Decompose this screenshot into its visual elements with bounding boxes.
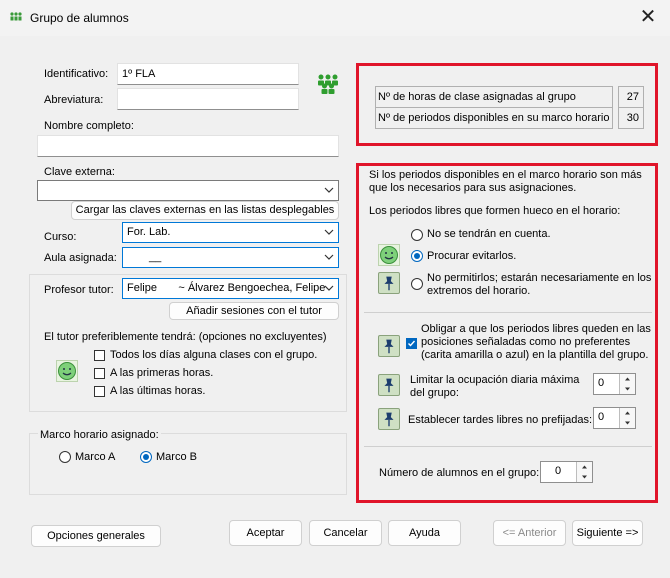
pushpin-icon [378,408,400,430]
abreviatura-label: Abreviatura: [44,94,104,106]
pushpin-icon [378,272,400,294]
anadir-sesiones-button[interactable]: Añadir sesiones con el tutor [169,302,339,320]
anterior-button[interactable]: <= Anterior [493,520,566,546]
tutor-pref-label: El tutor preferiblemente tendrá: (opcion… [44,331,327,343]
no-permitirlos-label: No permitirlos; estarán necesariamente e… [427,272,652,297]
pushpin-icon [378,374,400,396]
students-group-icon [10,12,22,21]
alumnos-spinner[interactable]: 0 [540,461,593,483]
no-tener-cuenta-radio[interactable] [411,229,423,241]
limitar-spinner[interactable]: 0 [593,373,636,395]
people-icon [318,74,338,94]
ultimas-horas-label: A las últimas horas. [110,385,206,397]
identificativo-label: Identificativo: [44,68,109,80]
marco-label: Marco horario asignado: [38,429,161,441]
todos-dias-label: Todos los días alguna clases con el grup… [110,349,318,361]
tutor-select[interactable]: Felipe ~ Álvarez Bengoechea, Felipe [122,278,339,299]
aula-label: Aula asignada: [44,252,117,264]
identificativo-input[interactable]: 1º FLA [117,63,299,85]
cargar-claves-button[interactable]: Cargar las claves externas en las listas… [71,201,339,220]
horas-label: Nº de horas de clase asignadas al grupo [375,86,613,108]
smiley-icon [56,360,78,382]
primeras-horas-checkbox[interactable] [94,368,105,379]
procurar-evitarlos-radio[interactable] [411,250,423,262]
obligar-label: Obligar a que los periodos libres queden… [421,323,651,361]
nombre-input[interactable] [37,135,339,157]
marco-b-label: Marco B [156,451,197,463]
clave-select[interactable] [37,180,339,201]
marco-a-radio[interactable] [59,451,71,463]
close-button[interactable]: ✕ [630,3,666,31]
periodos-value: 30 [618,107,644,129]
divider [364,312,652,313]
horas-value: 27 [618,86,644,108]
title-bar: Grupo de alumnos ✕ [0,0,670,36]
no-permitirlos-radio[interactable] [411,278,423,290]
limitar-label: Limitar la ocupación diaria máxima del g… [410,374,580,399]
options-intro: Si los periodos disponibles en el marco … [369,169,642,194]
opciones-generales-button[interactable]: Opciones generales [31,525,161,547]
marco-group [29,433,347,495]
curso-select[interactable]: For. Lab. [122,222,339,243]
chevron-down-icon [324,254,334,260]
divider [364,446,652,447]
tutor-label: Profesor tutor: [44,284,114,296]
todos-dias-checkbox[interactable] [94,350,105,361]
curso-label: Curso: [44,231,77,243]
tardes-spinner[interactable]: 0 [593,407,636,429]
abreviatura-input[interactable] [117,88,299,110]
no-tener-cuenta-label: No se tendrán en cuenta. [427,228,551,240]
obligar-checkbox[interactable] [406,338,417,349]
cancelar-button[interactable]: Cancelar [309,520,382,546]
smiley-icon [378,244,400,266]
primeras-horas-label: A las primeras horas. [110,367,214,379]
clave-label: Clave externa: [44,166,115,178]
chevron-down-icon [324,187,334,193]
procurar-evitarlos-label: Procurar evitarlos. [427,250,517,262]
ayuda-button[interactable]: Ayuda [388,520,461,546]
marco-b-radio[interactable] [140,451,152,463]
aula-select[interactable]: __ [122,247,339,268]
periodos-label: Nº de periodos disponibles en su marco h… [375,107,613,129]
spin-down-button[interactable] [619,418,635,428]
pushpin-icon [378,335,400,357]
marco-a-label: Marco A [75,451,116,463]
window-title: Grupo de alumnos [30,11,129,25]
alumnos-label: Número de alumnos en el grupo: [379,467,540,479]
chevron-down-icon [324,285,334,291]
libres-label: Los periodos libres que formen hueco en … [369,205,621,217]
tardes-label: Establecer tardes libres no prefijadas: [408,414,593,426]
spin-down-button[interactable] [619,384,635,394]
ultimas-horas-checkbox[interactable] [94,386,105,397]
nombre-label: Nombre completo: [44,120,134,132]
checkmark-icon [408,340,416,347]
close-icon: ✕ [639,6,657,28]
spin-down-button[interactable] [576,472,592,482]
siguiente-button[interactable]: Siguiente => [572,520,643,546]
chevron-down-icon [324,229,334,235]
aceptar-button[interactable]: Aceptar [229,520,302,546]
